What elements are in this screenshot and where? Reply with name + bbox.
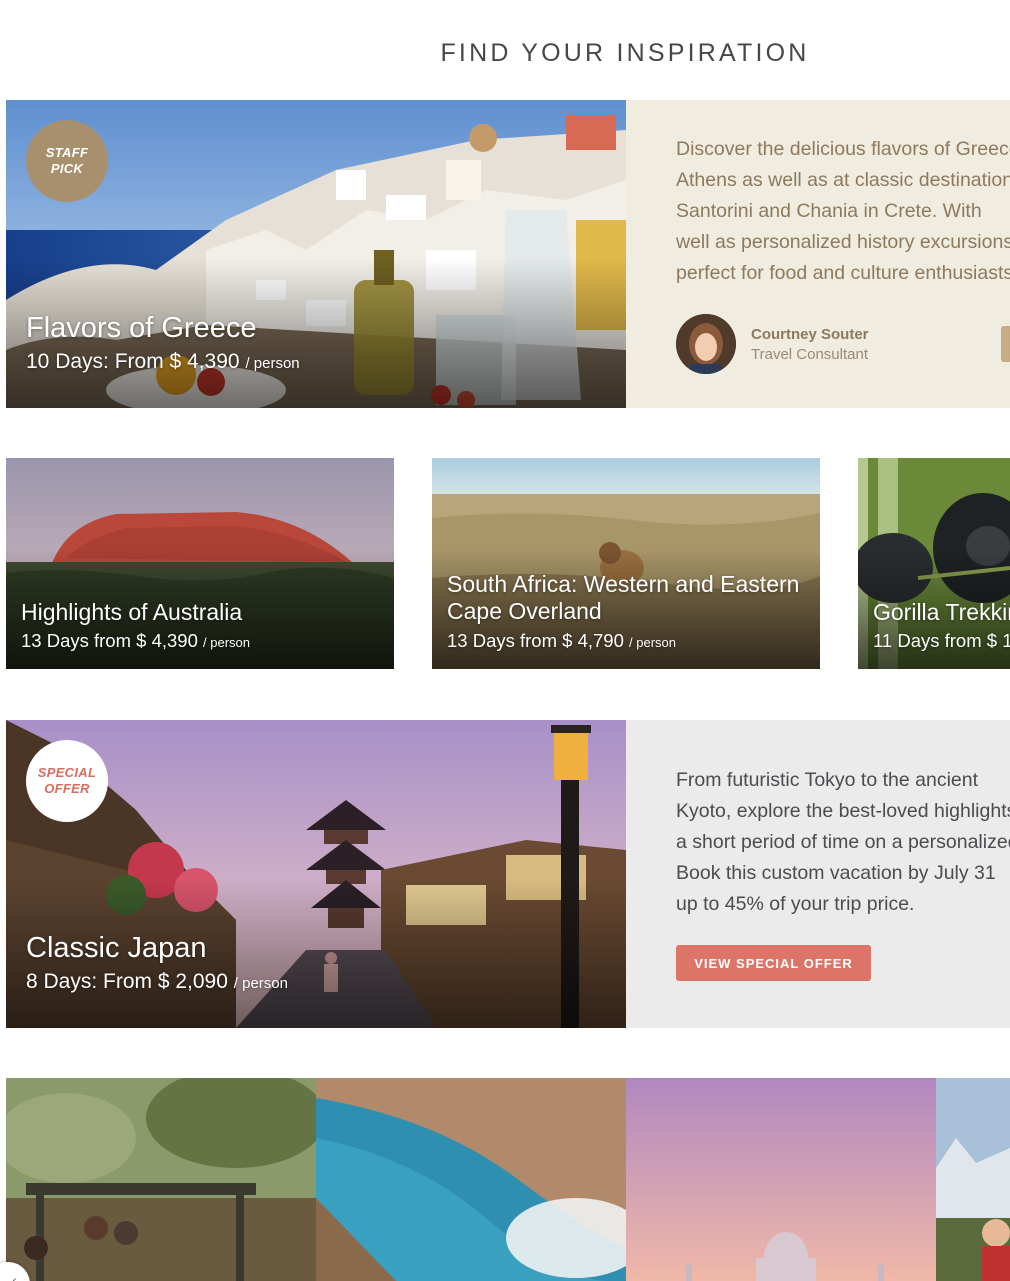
- trip-title[interactable]: Classic Japan: [26, 932, 207, 965]
- consultant[interactable]: Courtney Souter Travel Consultant: [676, 314, 869, 374]
- japan-description-panel: From futuristic Tokyo to the ancient Kyo…: [626, 720, 1010, 1028]
- trip-tile-patagonia[interactable]: [936, 1078, 1010, 1281]
- consultant-avatar: [676, 314, 736, 374]
- trip-description: Discover the delicious flavors of Greece…: [676, 138, 1010, 284]
- trip-tile-safari[interactable]: [6, 1078, 316, 1281]
- special-offer-badge: SPECIAL OFFER: [26, 740, 108, 822]
- greece-image[interactable]: STAFF PICK Flavors of Greece 10 Days: Fr…: [6, 100, 626, 408]
- featured-trip-japan[interactable]: SPECIAL OFFER Classic Japan 8 Days: From…: [6, 720, 1010, 1028]
- staff-pick-badge: STAFF PICK: [26, 120, 108, 202]
- victoria-falls-photo: [316, 1078, 626, 1281]
- card-price: 13 Days from $ 4,390 / person: [21, 630, 250, 651]
- view-special-offer-button[interactable]: VIEW SPECIAL OFFER: [676, 945, 871, 981]
- taj-mahal-photo: [626, 1078, 936, 1281]
- card-title[interactable]: South Africa: Western and Eastern Cape O…: [447, 571, 799, 625]
- patagonia-photo: [936, 1078, 1010, 1281]
- card-price: 11 Days from $ 10: [873, 630, 1010, 651]
- featured-trip-greece[interactable]: STAFF PICK Flavors of Greece 10 Days: Fr…: [6, 100, 1010, 408]
- trip-price: 8 Days: From $ 2,090 / person: [26, 970, 288, 993]
- card-price: 13 Days from $ 4,790 / person: [447, 630, 676, 651]
- consultant-role: Travel Consultant: [751, 345, 868, 363]
- trip-description: From futuristic Tokyo to the ancient Kyo…: [676, 769, 1010, 915]
- trip-card-gorilla[interactable]: Gorilla Trekking 11 Days from $ 10: [858, 458, 1010, 669]
- trip-card-australia[interactable]: Highlights of Australia 13 Days from $ 4…: [6, 458, 394, 669]
- contact-button[interactable]: [1001, 326, 1010, 362]
- greece-description-panel: Discover the delicious flavors of Greece…: [626, 100, 1010, 408]
- card-title[interactable]: Highlights of Australia: [21, 599, 242, 626]
- trip-tile-victoria-falls[interactable]: [316, 1078, 626, 1281]
- page: FIND YOUR INSPIRATION STAFF PICK Flavors…: [0, 0, 1010, 1281]
- card-title[interactable]: Gorilla Trekking: [873, 599, 1010, 626]
- japan-image[interactable]: SPECIAL OFFER Classic Japan 8 Days: From…: [6, 720, 626, 1028]
- trip-card-south-africa[interactable]: South Africa: Western and Eastern Cape O…: [432, 458, 820, 669]
- chevron-left-icon: ‹: [12, 1272, 17, 1281]
- section-title: FIND YOUR INSPIRATION: [440, 38, 810, 67]
- trip-title[interactable]: Flavors of Greece: [26, 312, 256, 345]
- consultant-name: Courtney Souter: [751, 325, 869, 343]
- safari-photo: [6, 1078, 316, 1281]
- trip-tile-india[interactable]: [626, 1078, 936, 1281]
- trip-price: 10 Days: From $ 4,390 / person: [26, 350, 300, 373]
